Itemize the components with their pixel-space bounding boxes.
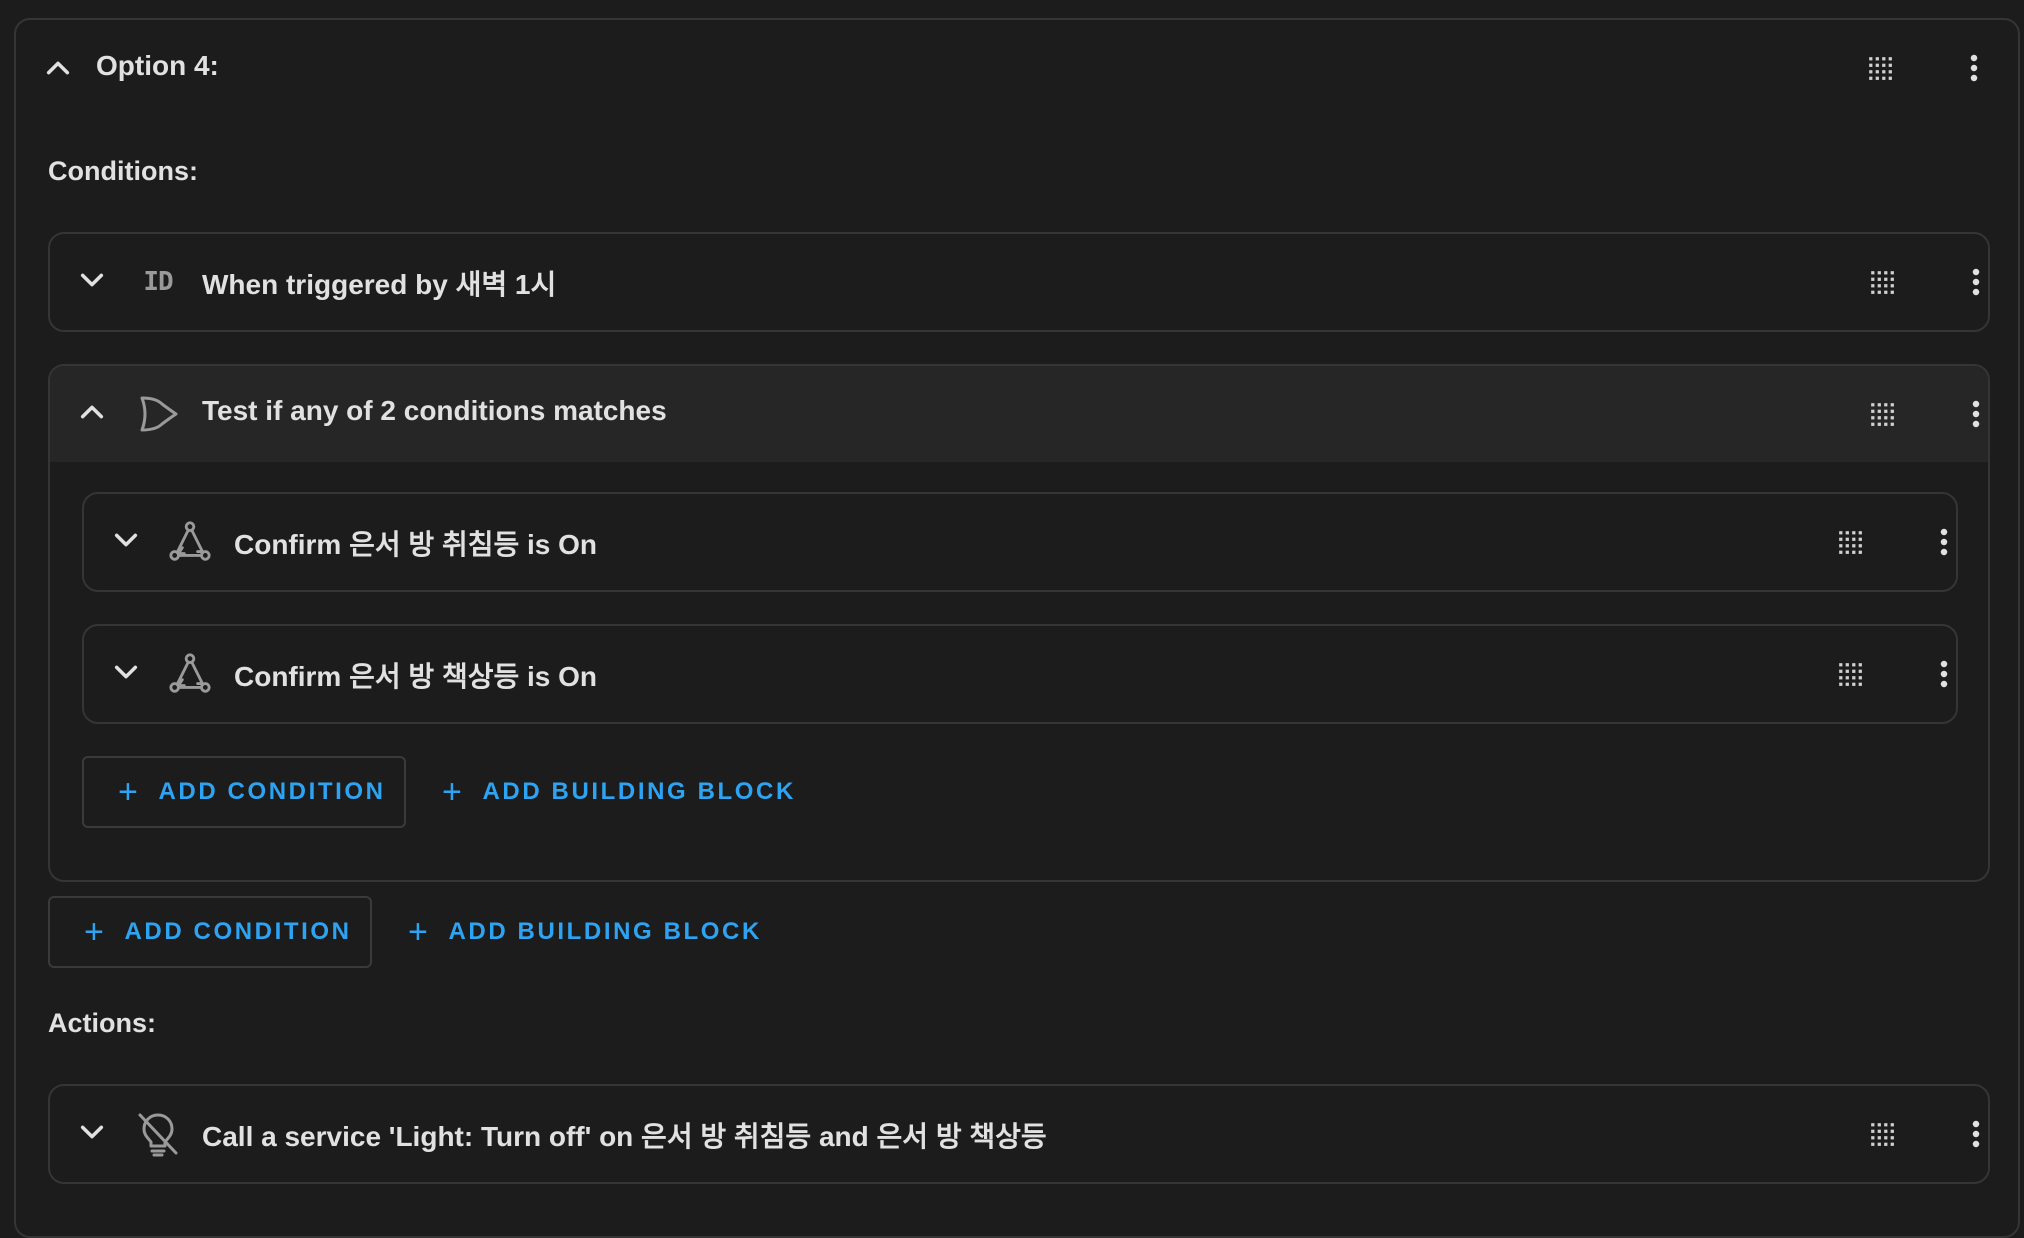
state-icon <box>166 518 214 566</box>
add-condition-button[interactable]: + ADD CONDITION <box>48 896 372 968</box>
add-building-block-label: ADD BUILDING BLOCK <box>482 778 796 805</box>
condition-title: Test if any of 2 conditions matches <box>202 395 667 426</box>
or-gate-icon <box>134 390 182 438</box>
add-building-block-label: ADD BUILDING BLOCK <box>448 918 762 945</box>
drag-grip-icon <box>1869 269 1895 300</box>
condition-title: When triggered by 새벽 1시 <box>202 269 557 300</box>
condition-card-state: Confirm 은서 방 책상등 is On <box>82 624 1958 724</box>
add-condition-label: ADD CONDITION <box>158 778 386 805</box>
more-vertical-icon <box>1929 524 1959 565</box>
option-title: Option 4: <box>96 50 219 81</box>
add-condition-button[interactable]: + ADD CONDITION <box>82 756 406 828</box>
drag-handle[interactable] <box>1866 1120 1898 1152</box>
drag-handle[interactable] <box>1866 268 1898 300</box>
more-vertical-icon <box>1959 50 1989 91</box>
collapse-condition-button[interactable] <box>74 396 110 432</box>
expand-condition-button[interactable] <box>74 264 110 300</box>
condition-card-or: Test if any of 2 conditions matches Conf… <box>48 364 1990 882</box>
more-vertical-icon <box>1961 264 1991 305</box>
drag-grip-icon <box>1837 529 1863 560</box>
drag-grip-icon <box>1867 55 1893 86</box>
more-vertical-icon <box>1961 1116 1991 1157</box>
option-menu-button[interactable] <box>1958 52 1990 88</box>
condition-menu-button[interactable] <box>1928 526 1960 562</box>
collapse-option-button[interactable] <box>40 52 76 88</box>
expand-condition-button[interactable] <box>108 524 144 560</box>
action-card-service: Call a service 'Light: Turn off' on 은서 방… <box>48 1084 1990 1184</box>
plus-icon: + <box>442 773 465 811</box>
lightbulb-off-icon <box>134 1110 182 1158</box>
action-menu-button[interactable] <box>1960 1118 1992 1154</box>
expand-condition-button[interactable] <box>108 656 144 692</box>
plus-icon: + <box>408 913 431 951</box>
conditions-label: Conditions: <box>48 156 198 186</box>
expand-action-button[interactable] <box>74 1116 110 1152</box>
id-icon: ID <box>143 267 173 297</box>
drag-handle[interactable] <box>1834 660 1866 692</box>
condition-card-trigger: ID When triggered by 새벽 1시 <box>48 232 1990 332</box>
drag-grip-icon <box>1869 1121 1895 1152</box>
chevron-up-icon <box>44 54 72 87</box>
chevron-down-icon <box>78 266 106 299</box>
condition-menu-button[interactable] <box>1960 398 1990 434</box>
chevron-down-icon <box>78 1118 106 1151</box>
add-building-block-button[interactable]: + ADD BUILDING BLOCK <box>408 896 762 968</box>
condition-title: Confirm 은서 방 취침등 is On <box>234 529 598 560</box>
chevron-up-icon <box>78 398 106 431</box>
more-vertical-icon <box>1961 396 1990 437</box>
option-card: Option 4: Conditions: ID When triggered … <box>14 18 2020 1238</box>
more-vertical-icon <box>1929 656 1959 697</box>
drag-grip-icon <box>1869 401 1895 432</box>
condition-menu-button[interactable] <box>1960 266 1992 302</box>
drag-handle[interactable] <box>1834 528 1866 560</box>
add-building-block-button[interactable]: + ADD BUILDING BLOCK <box>442 756 796 828</box>
drag-grip-icon <box>1837 661 1863 692</box>
condition-title: Confirm 은서 방 책상등 is On <box>234 661 598 692</box>
plus-icon: + <box>118 773 141 811</box>
drag-handle[interactable] <box>1866 400 1898 432</box>
add-condition-label: ADD CONDITION <box>124 918 352 945</box>
chevron-down-icon <box>112 526 140 559</box>
condition-menu-button[interactable] <box>1928 658 1960 694</box>
action-title: Call a service 'Light: Turn off' on 은서 방… <box>202 1121 1047 1152</box>
state-icon <box>166 650 214 698</box>
chevron-down-icon <box>112 658 140 691</box>
condition-card-state: Confirm 은서 방 취침등 is On <box>82 492 1958 592</box>
actions-label: Actions: <box>48 1008 156 1038</box>
drag-handle[interactable] <box>1864 54 1896 86</box>
plus-icon: + <box>84 913 107 951</box>
